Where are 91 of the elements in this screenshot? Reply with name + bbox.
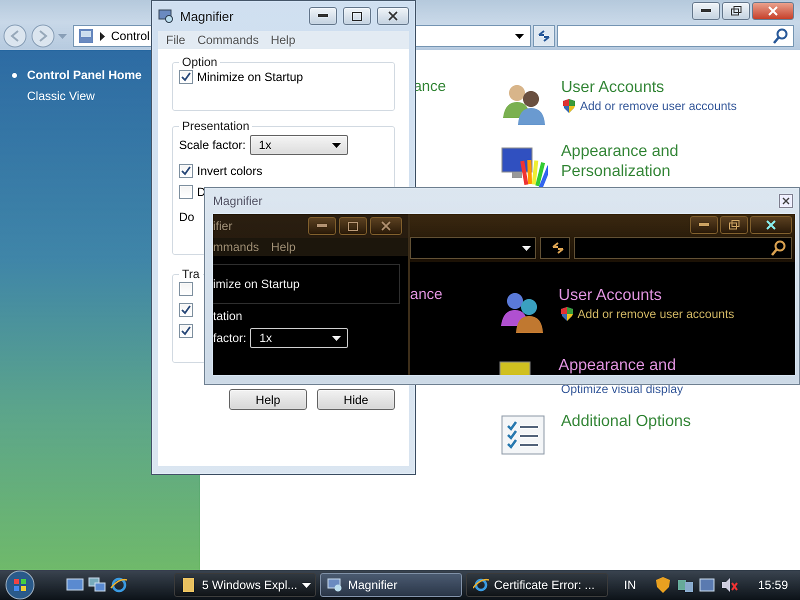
- category-title[interactable]: User Accounts: [558, 286, 749, 306]
- minimize-icon: [317, 224, 327, 228]
- category-title: ance: [410, 286, 443, 305]
- dialog-button[interactable]: Help: [229, 389, 307, 410]
- shield-icon: [558, 306, 575, 322]
- refresh-icon: [551, 241, 565, 255]
- group-label: Presentation: [181, 119, 250, 133]
- group-label: Tra: [181, 267, 201, 281]
- group-label: tation: [213, 309, 244, 323]
- checkbox[interactable]: [179, 70, 193, 84]
- category-link[interactable]: Add or remove user accounts: [578, 307, 734, 321]
- dialog-button[interactable]: Hide: [317, 389, 395, 410]
- caret-icon: [332, 140, 341, 150]
- refresh-button[interactable]: [533, 25, 555, 47]
- browser-icon: [473, 577, 489, 593]
- caret-icon: [58, 32, 67, 40]
- menu-item[interactable]: Commands: [197, 33, 259, 47]
- dock-label: Do: [179, 210, 194, 224]
- checkbox[interactable]: [179, 184, 193, 198]
- close-icon: [782, 197, 790, 205]
- window-title: Magnifier: [180, 8, 234, 24]
- restore-icon: [730, 6, 742, 16]
- search-icon: [771, 240, 787, 256]
- category-title[interactable]: Appearance and Personalization: [561, 142, 701, 182]
- maximize-icon: [352, 12, 362, 20]
- scale-label: factor:: [213, 331, 246, 345]
- search-field[interactable]: [557, 25, 794, 47]
- close-button[interactable]: [370, 217, 402, 235]
- browser-icon[interactable]: [110, 576, 128, 594]
- category-title[interactable]: User Accounts: [561, 78, 701, 98]
- taskbar-button[interactable]: Magnifier: [320, 573, 462, 597]
- restore-button[interactable]: [722, 2, 750, 20]
- minimize-button[interactable]: [308, 217, 336, 235]
- menu-item[interactable]: File: [166, 33, 186, 47]
- checkbox[interactable]: [179, 282, 193, 296]
- restore-icon: [728, 220, 740, 230]
- taskbar-button[interactable]: Certificate Error: ...: [466, 573, 608, 597]
- sidebar-link[interactable]: Control Panel Home: [12, 68, 142, 82]
- search-icon: [773, 28, 789, 44]
- language-indicator[interactable]: IN: [624, 578, 636, 592]
- clock[interactable]: 15:59: [758, 578, 800, 592]
- sidebar-link[interactable]: Classic View: [12, 89, 95, 103]
- menu-item[interactable]: Help: [270, 33, 296, 47]
- taskbar-button[interactable]: 5 Windows Expl...: [174, 573, 316, 597]
- close-icon: [381, 221, 391, 231]
- checkbox-label: Invert colors: [197, 164, 262, 178]
- caret-icon: [522, 244, 531, 252]
- category-title[interactable]: Additional Options: [561, 412, 701, 432]
- caret-icon: [515, 32, 524, 40]
- category-link[interactable]: Add or remove user accounts: [580, 99, 737, 113]
- close-button[interactable]: [779, 194, 793, 208]
- close-icon: [768, 6, 778, 16]
- category-title[interactable]: Appearance and: [558, 356, 749, 375]
- checkbox[interactable]: [179, 324, 193, 338]
- window-title: ifier: [213, 219, 234, 233]
- scale-label: Scale factor:: [179, 138, 246, 152]
- caret-icon: [332, 334, 342, 342]
- checkbox-label: Minimize on Startup: [197, 70, 304, 84]
- option-text: imize on Startup: [213, 277, 300, 291]
- minimize-button[interactable]: [690, 216, 718, 234]
- windows-icon[interactable]: [88, 576, 106, 594]
- category-link[interactable]: Optimize visual display: [561, 382, 684, 396]
- chevron-icon: [98, 32, 107, 40]
- restore-button[interactable]: [720, 216, 748, 234]
- scale-dropdown[interactable]: 1x: [250, 135, 348, 155]
- folder-icon: [181, 577, 197, 593]
- maximize-icon: [348, 222, 358, 230]
- refresh-icon: [537, 29, 551, 43]
- close-icon: [766, 220, 776, 230]
- speaker-muted-icon[interactable]: [720, 576, 738, 594]
- minimize-icon: [699, 223, 709, 227]
- checkbox[interactable]: [179, 164, 193, 178]
- maximize-button[interactable]: [339, 217, 367, 235]
- display-icon[interactable]: [698, 576, 716, 594]
- window-title: Magnifier: [213, 194, 262, 208]
- maximize-button[interactable]: [343, 7, 371, 25]
- minimize-icon: [318, 14, 328, 18]
- group-label: Option: [181, 55, 218, 69]
- control-panel-icon: [78, 28, 94, 44]
- minimize-button[interactable]: [692, 2, 720, 20]
- checkbox[interactable]: [179, 302, 193, 316]
- minimize-button[interactable]: [309, 7, 337, 25]
- address-text: Control: [111, 29, 150, 43]
- magnifier-icon: [158, 8, 174, 24]
- close-button[interactable]: [750, 216, 792, 234]
- minimize-icon: [701, 9, 711, 13]
- shield-icon[interactable]: [654, 576, 672, 594]
- close-button[interactable]: [377, 7, 409, 25]
- caret-icon: [302, 580, 312, 590]
- magnifier-icon: [327, 577, 343, 593]
- close-icon: [388, 11, 398, 21]
